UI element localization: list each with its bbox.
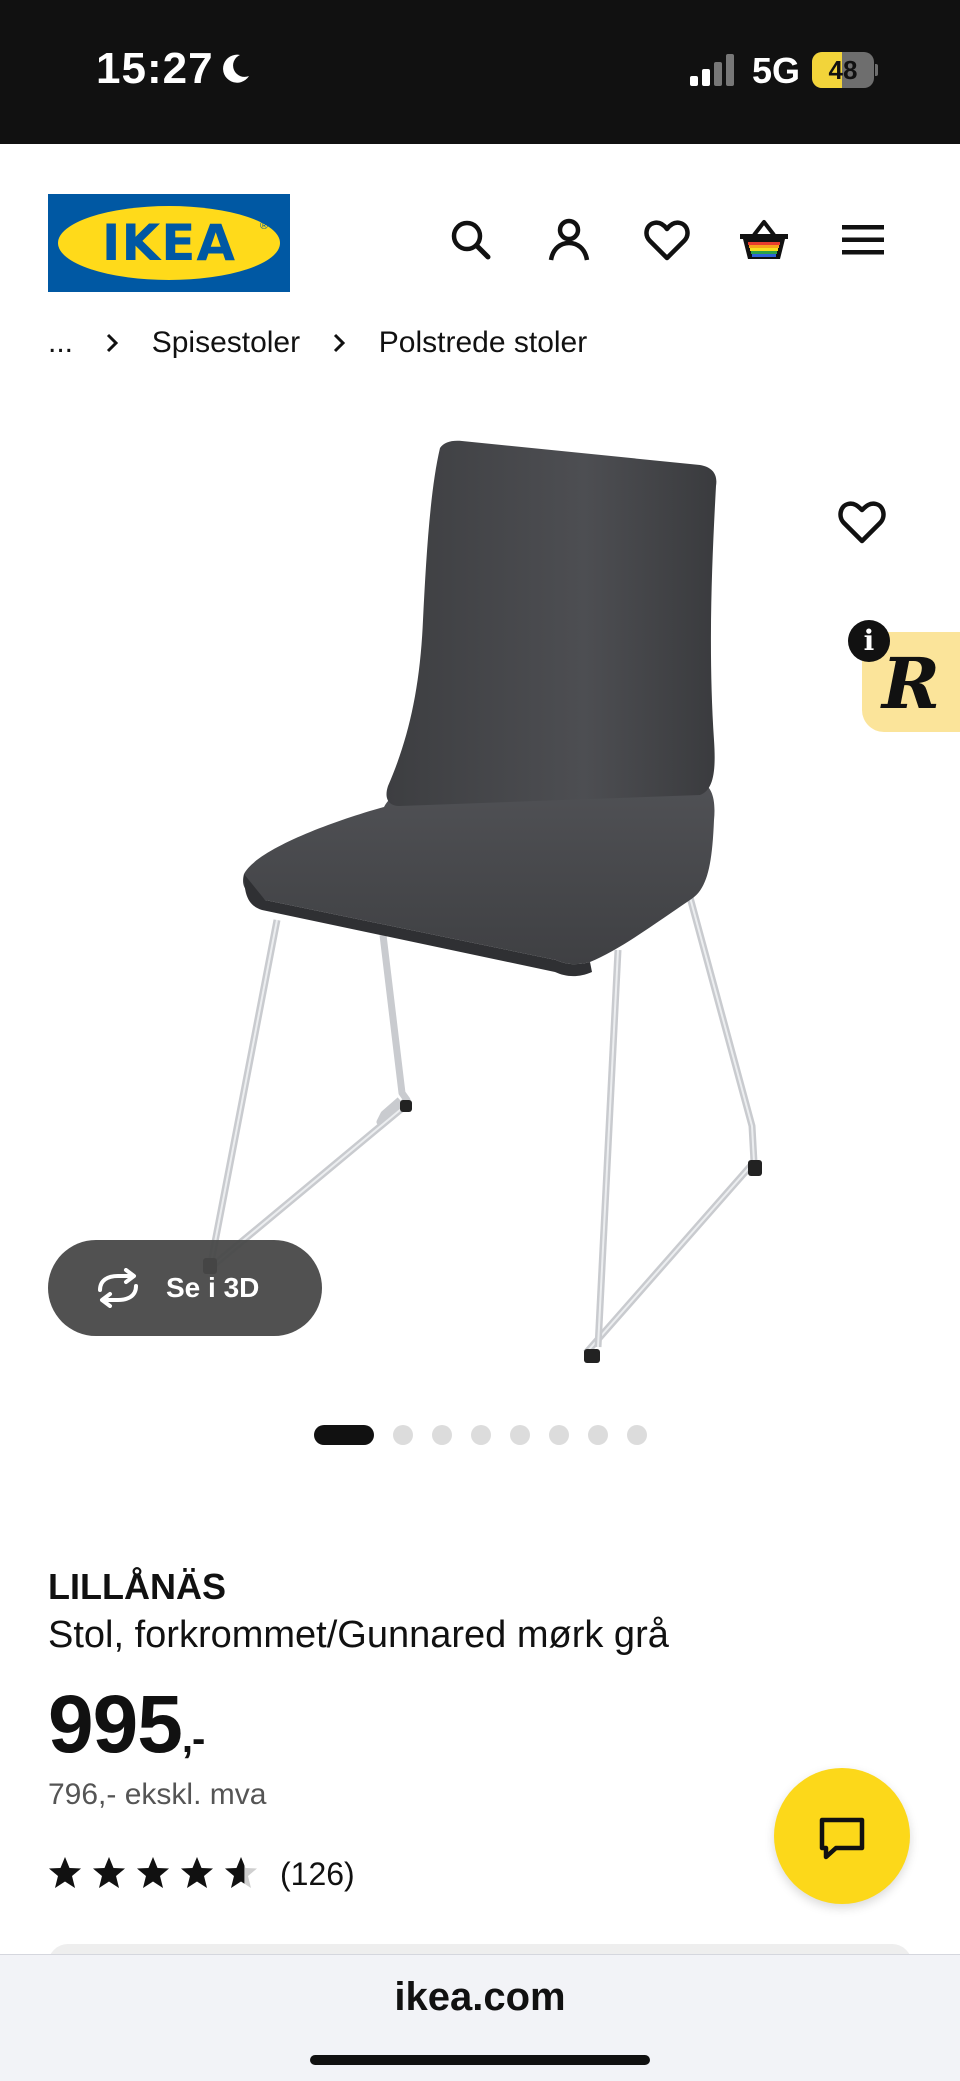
browser-bar: ikea.com (0, 1954, 960, 2081)
carousel-dot[interactable] (549, 1425, 569, 1445)
chevron-right-icon (334, 333, 346, 353)
star-icon (225, 1857, 257, 1888)
carousel-dot[interactable] (432, 1425, 452, 1445)
carousel-dot[interactable] (471, 1425, 491, 1445)
carousel-dot[interactable] (393, 1425, 413, 1445)
network-label: 5G (752, 50, 801, 91)
carousel-dot[interactable] (510, 1425, 530, 1445)
status-bar: 15:27 5G 48 (0, 0, 960, 144)
carousel-dot[interactable] (588, 1425, 608, 1445)
site-header: IKEA ® (0, 144, 960, 324)
info-icon[interactable]: i (848, 620, 890, 662)
chevron-right-icon (107, 333, 119, 353)
search-icon[interactable] (447, 216, 495, 264)
star-icon (181, 1857, 213, 1888)
favorites-icon[interactable] (643, 216, 691, 264)
battery-tip (875, 64, 878, 76)
chat-icon (819, 1817, 865, 1860)
breadcrumb: ... Spisestoler Polstrede stoler (48, 326, 587, 366)
ikea-logo[interactable]: IKEA ® (48, 194, 290, 292)
price-value: 995 (48, 1679, 183, 1770)
moon-icon (223, 54, 249, 83)
logo-registered-mark: ® (260, 220, 269, 232)
home-indicator[interactable] (310, 2055, 650, 2065)
menu-icon[interactable] (840, 216, 888, 264)
star-icon (137, 1857, 169, 1888)
product-price: 995,- (48, 1678, 205, 1772)
view-in-3d-label: Se i 3D (166, 1272, 260, 1303)
cart-icon[interactable] (738, 216, 790, 264)
signal-icon (690, 54, 734, 86)
review-count[interactable]: (126) (280, 1856, 355, 1893)
breadcrumb-item-spisestoler[interactable]: Spisestoler (152, 326, 300, 360)
price-ex-vat: 796,- ekskl. mva (48, 1778, 267, 1811)
status-time: 15:27 (96, 44, 214, 93)
product-name: LILLÅNÄS (48, 1566, 226, 1607)
logo-text: IKEA (101, 214, 237, 272)
url-bar[interactable]: ikea.com (0, 1975, 960, 2020)
rotate-3d-icon (98, 1268, 138, 1308)
star-icon (93, 1857, 125, 1888)
carousel-dot[interactable] (627, 1425, 647, 1445)
product-description: Stol, forkrommet/Gunnared mørk grå (48, 1614, 669, 1656)
chat-button[interactable] (774, 1768, 910, 1904)
account-icon[interactable] (545, 216, 593, 264)
breadcrumb-item-polstrede-stoler[interactable]: Polstrede stoler (379, 326, 587, 360)
star-icon (49, 1857, 81, 1888)
battery-level: 48 (828, 55, 858, 85)
carousel-dot-active[interactable] (314, 1425, 374, 1445)
breadcrumb-ellipsis[interactable]: ... (48, 326, 73, 360)
battery-icon: 48 (812, 52, 878, 88)
view-in-3d-button[interactable]: Se i 3D (48, 1240, 322, 1336)
price-suffix: ,- (181, 1717, 205, 1761)
add-to-favorites-icon[interactable] (836, 496, 888, 548)
